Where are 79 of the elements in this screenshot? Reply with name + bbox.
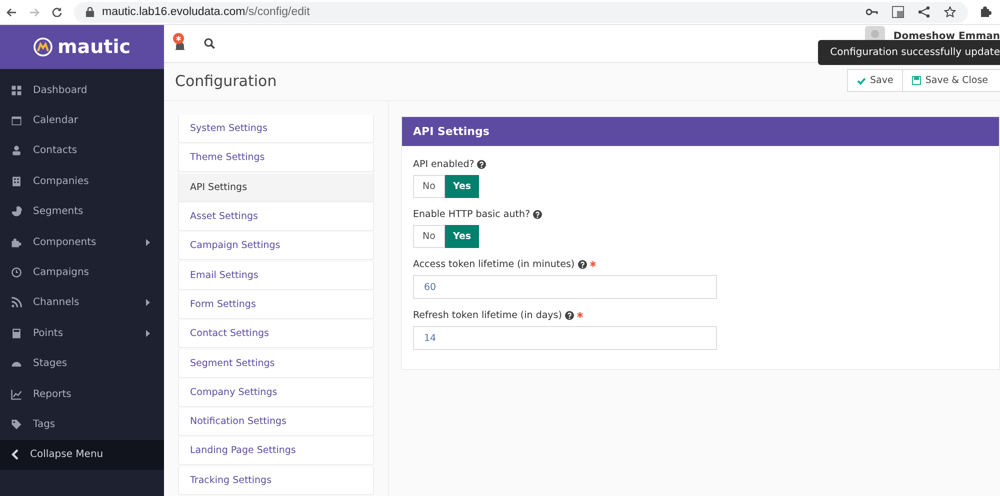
page-title: Configuration [175,72,277,90]
settings-tab[interactable]: Contact Settings [178,320,374,348]
caret-icon [146,330,150,337]
required-asterisk-icon [590,261,596,268]
settings-tab[interactable]: System Settings [178,115,374,144]
save-button[interactable]: Save [847,69,904,92]
reload-icon[interactable] [52,7,62,17]
field-label: Enable HTTP basic auth? [413,208,530,220]
input-field[interactable]: 60 [413,275,717,300]
toggle-option[interactable]: No [413,175,445,198]
calculator-icon [11,328,22,339]
settings-tab[interactable]: Asset Settings [178,203,374,232]
help-icon[interactable] [578,260,587,269]
calendar-icon [11,115,22,126]
sidebar-item[interactable]: Reports [0,378,164,410]
sidebar-item[interactable]: Points [0,318,164,349]
settings-tab[interactable]: API Settings [178,174,374,202]
clock-icon [11,267,22,278]
settings-tab[interactable]: Company Settings [178,378,374,407]
sidebar-item[interactable]: Channels [0,288,164,318]
user-name[interactable]: Domeshow Emman [893,30,1000,42]
puzzle-icon[interactable] [980,6,992,18]
url-text: mautic.lab16.evoludata.com/s/config/edit [102,6,310,18]
toggle-option[interactable]: No [413,225,445,248]
caret-icon [146,238,150,246]
help-icon[interactable] [564,310,574,320]
sidebar-item[interactable]: Components [0,226,164,258]
settings-tab[interactable]: Campaign Settings [178,232,374,260]
save-icon [912,76,922,86]
person-icon [11,145,22,156]
key-icon[interactable] [866,8,878,16]
settings-tab[interactable]: Tracking Settings [178,466,374,495]
toggle-option[interactable]: Yes [445,175,479,198]
input-field[interactable]: 14 [413,326,717,350]
sidebar-item[interactable]: Stages [0,348,164,379]
sidebar-item[interactable]: Calendar [0,105,164,136]
sidebar-item[interactable]: Companies [0,166,164,197]
line-chart-icon [11,388,22,400]
help-icon[interactable] [477,160,486,169]
settings-tab[interactable]: Segment Settings [178,350,374,378]
panel-header: API Settings [402,117,999,146]
settings-tab[interactable]: Notification Settings [178,408,374,436]
help-icon[interactable] [533,210,542,219]
address-bar[interactable]: mautic.lab16.evoludata.com/s/config/edit [74,2,968,22]
sidebar-item[interactable]: Dashboard [0,75,164,106]
chevron-left-icon [11,449,19,460]
check-icon [857,76,866,85]
logo-icon [33,37,54,57]
notification-badge [173,33,184,44]
puzzle-icon [11,236,22,248]
settings-tab[interactable]: Landing Page Settings [178,437,374,466]
caret-icon [146,299,150,306]
sidebar-item[interactable]: Campaigns [0,257,164,288]
settings-tab[interactable]: Theme Settings [178,144,374,172]
lock-icon [86,7,94,17]
star-icon[interactable] [944,6,956,18]
save-close-button[interactable]: Save & Close [902,69,1000,92]
search-icon[interactable] [204,38,215,49]
field-label: Access token lifetime (in minutes) [413,258,575,270]
toggle-option[interactable]: Yes [445,225,479,248]
sidebar-item[interactable]: Segments [0,196,164,227]
grid-icon [11,84,22,96]
pie-chart-icon [11,206,22,218]
logo-text: mautic [57,36,130,58]
settings-tab[interactable]: Form Settings [178,290,374,319]
collapse-menu-item[interactable]: Collapse Menu [0,440,164,470]
building-icon [11,176,22,187]
field-label: Refresh token lifetime (in days) [413,310,562,321]
field-label: API enabled? [413,158,474,170]
required-asterisk-icon [576,312,583,318]
sidebar-item[interactable]: Contacts [0,136,164,166]
settings-tab[interactable]: Email Settings [178,262,374,290]
toast-message: Configuration successfully update [818,40,1000,65]
translate-icon[interactable] [892,6,904,18]
tag-icon [11,418,22,430]
back-icon[interactable] [6,8,17,16]
sidebar-item[interactable]: Tags [0,409,164,440]
rss-icon [11,297,22,308]
share-icon[interactable] [918,6,930,18]
